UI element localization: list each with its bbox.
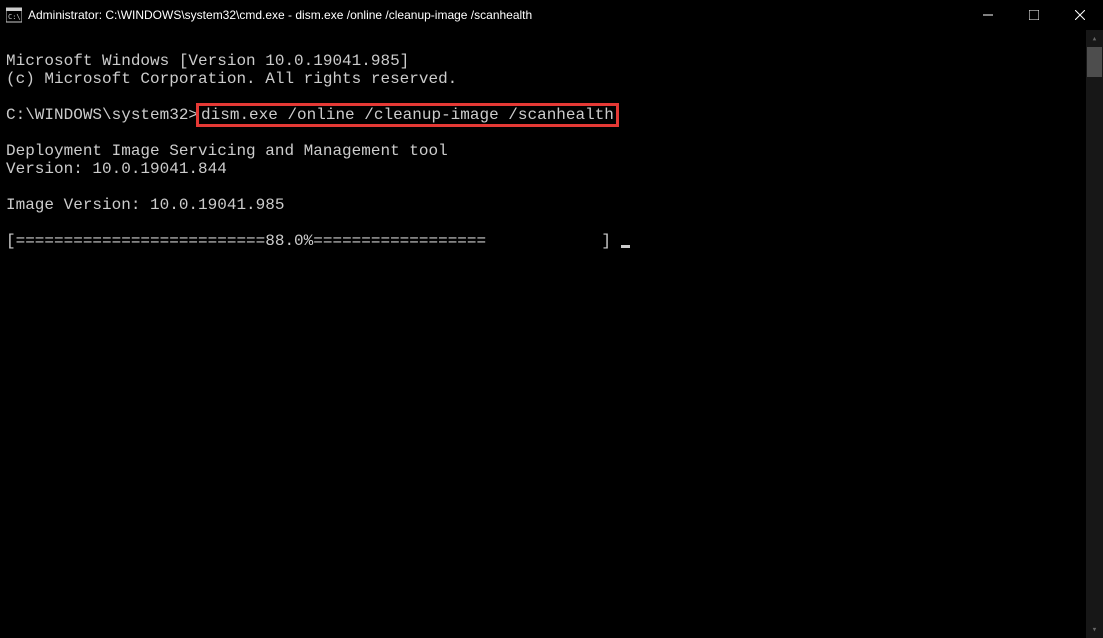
copyright-line: (c) Microsoft Corporation. All rights re… — [6, 70, 457, 88]
progress-percentage: 88.0% — [265, 232, 313, 250]
progress-bar-left: [========================== — [6, 232, 265, 250]
entered-command: dism.exe /online /cleanup-image /scanhea… — [201, 106, 614, 124]
cmd-icon: C:\ — [6, 7, 22, 23]
scroll-up-arrow-icon[interactable]: ▴ — [1086, 30, 1103, 47]
dism-tool-name: Deployment Image Servicing and Managemen… — [6, 142, 448, 160]
terminal-output[interactable]: Microsoft Windows [Version 10.0.19041.98… — [0, 30, 1103, 254]
progress-bar-right: ================== ] — [313, 232, 620, 250]
window-titlebar: C:\ Administrator: C:\WINDOWS\system32\c… — [0, 0, 1103, 30]
os-version-line: Microsoft Windows [Version 10.0.19041.98… — [6, 52, 409, 70]
terminal-cursor — [621, 245, 630, 248]
window-controls — [965, 0, 1103, 30]
dism-tool-version: Version: 10.0.19041.844 — [6, 160, 227, 178]
vertical-scrollbar[interactable]: ▴ ▾ — [1086, 30, 1103, 638]
maximize-button[interactable] — [1011, 0, 1057, 30]
scroll-thumb[interactable] — [1087, 47, 1102, 77]
minimize-button[interactable] — [965, 0, 1011, 30]
window-title: Administrator: C:\WINDOWS\system32\cmd.e… — [28, 8, 532, 22]
prompt-path: C:\WINDOWS\system32> — [6, 106, 198, 124]
svg-text:C:\: C:\ — [8, 13, 21, 21]
image-version: Image Version: 10.0.19041.985 — [6, 196, 284, 214]
scroll-track[interactable] — [1086, 47, 1103, 621]
scroll-down-arrow-icon[interactable]: ▾ — [1086, 621, 1103, 638]
close-button[interactable] — [1057, 0, 1103, 30]
titlebar-left: C:\ Administrator: C:\WINDOWS\system32\c… — [6, 7, 532, 23]
command-highlight: dism.exe /online /cleanup-image /scanhea… — [196, 103, 619, 127]
